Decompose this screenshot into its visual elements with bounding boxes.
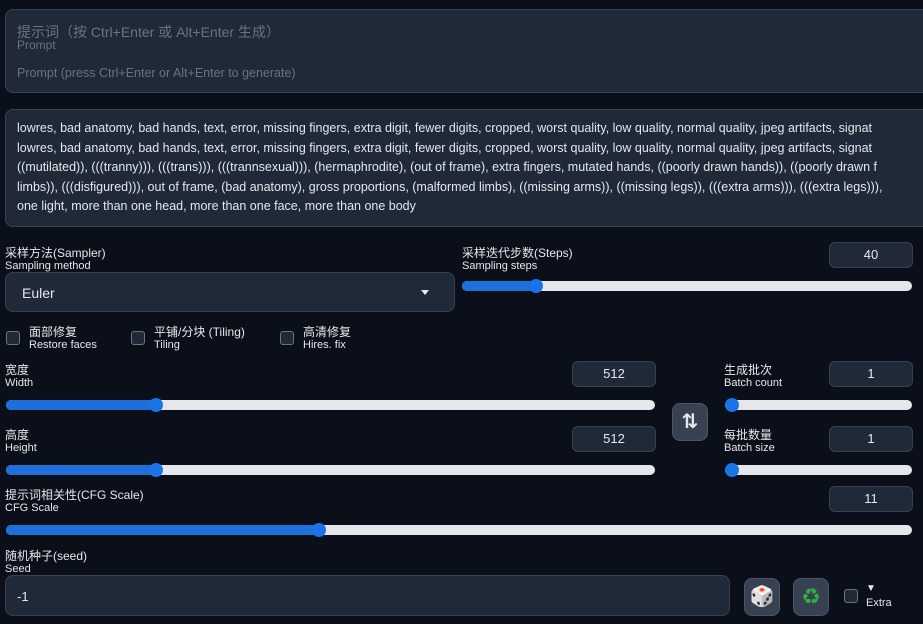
extra-checkbox[interactable] [844, 589, 858, 603]
width-label-en: Width [5, 377, 34, 389]
prompt-textarea[interactable]: 提示词（按 Ctrl+Enter 或 Alt+Enter 生成） Prompt … [5, 9, 923, 93]
swap-dimensions-button[interactable]: ⇅ [672, 403, 708, 441]
restore-faces-label-en: Restore faces [29, 339, 97, 351]
negative-prompt-line: lowres, bad anatomy, bad hands, text, er… [17, 121, 873, 135]
batch-size-number-input[interactable]: 1 [829, 426, 913, 452]
recycle-icon: ♻ [801, 584, 821, 609]
restore-faces-label: 面部修复 [29, 325, 78, 339]
width-label: 宽度 [5, 363, 30, 377]
batch-count-label-en: Batch count [724, 377, 783, 389]
chevron-down-icon [421, 290, 429, 295]
width-slider-thumb[interactable] [148, 398, 163, 412]
tiling-label: 平铺/分块 (Tiling) [154, 325, 245, 339]
prompt-placeholder: Prompt (press Ctrl+Enter or Alt+Enter to… [17, 66, 296, 80]
steps-number-input[interactable]: 40 [829, 242, 913, 268]
width-slider-fill [6, 400, 156, 410]
cfg-slider-fill [6, 525, 319, 535]
sampler-label: 采样方法(Sampler) [5, 246, 106, 260]
cfg-slider-thumb[interactable] [311, 523, 326, 537]
negative-prompt-line: limbs)), (((disfigured))), out of frame,… [17, 179, 883, 194]
prompt-title: 提示词（按 Ctrl+Enter 或 Alt+Enter 生成） [17, 24, 280, 40]
negative-prompt-line: one light, more than one head, more than… [17, 199, 416, 213]
width-number-input[interactable]: 512 [572, 361, 656, 387]
batch-size-label-en: Batch size [724, 442, 775, 454]
batch-count-number-input[interactable]: 1 [829, 361, 913, 387]
negative-prompt-line: lowres, bad anatomy, bad hands, text, er… [17, 140, 873, 155]
hires-fix-checkbox[interactable] [280, 331, 294, 345]
seed-input[interactable]: -1 [5, 575, 730, 616]
width-slider[interactable] [6, 398, 655, 412]
steps-slider[interactable] [462, 279, 912, 293]
sampler-dropdown[interactable]: Euler [5, 272, 455, 312]
batch-size-label: 每批数量 [724, 428, 773, 442]
height-number-input[interactable]: 512 [572, 426, 656, 452]
swap-icon: ⇅ [681, 411, 699, 433]
seed-label-en: Seed [5, 563, 31, 575]
batch-count-slider-thumb[interactable] [725, 398, 739, 412]
dice-icon: 🎲 [749, 586, 775, 608]
height-label-en: Height [5, 442, 37, 454]
seed-value: -1 [17, 589, 29, 604]
steps-slider-fill [462, 281, 536, 291]
height-label: 高度 [5, 428, 30, 442]
negative-prompt-line: ((mutilated)), (((tranny))), (((trans)))… [17, 160, 877, 174]
batch-count-slider[interactable] [725, 398, 912, 412]
cfg-number-input[interactable]: 11 [829, 486, 913, 512]
batch-count-label: 生成批次 [724, 363, 773, 377]
seed-label: 随机种子(seed) [5, 549, 88, 563]
cfg-label: 提示词相关性(CFG Scale) [5, 488, 144, 502]
batch-size-slider[interactable] [725, 463, 912, 477]
height-slider-fill [6, 465, 156, 475]
prompt-subtitle: Prompt [17, 38, 56, 52]
cfg-slider[interactable] [6, 523, 912, 537]
hires-fix-label: 高清修复 [303, 325, 352, 339]
sampler-label-en: Sampling method [5, 260, 91, 272]
hires-fix-label-en: Hires. fix [303, 339, 346, 351]
height-slider[interactable] [6, 463, 655, 477]
sampler-value: Euler [22, 285, 55, 301]
batch-size-slider-thumb[interactable] [725, 463, 739, 477]
tiling-checkbox[interactable] [131, 331, 145, 345]
steps-label: 采样迭代步数(Steps) [462, 246, 573, 260]
restore-faces-checkbox[interactable] [6, 331, 20, 345]
tiling-label-en: Tiling [154, 339, 180, 351]
height-slider-thumb[interactable] [148, 463, 163, 477]
random-seed-button[interactable]: 🎲 [744, 578, 780, 616]
cfg-label-en: CFG Scale [5, 502, 59, 514]
reuse-seed-button[interactable]: ♻ [793, 578, 829, 616]
steps-label-en: Sampling steps [462, 260, 538, 272]
negative-prompt-textarea[interactable]: lowres, bad anatomy, bad hands, text, er… [5, 109, 923, 227]
triangle-down-icon: ▼ [866, 583, 876, 594]
steps-slider-thumb[interactable] [528, 279, 543, 293]
extra-label: Extra [866, 597, 892, 609]
